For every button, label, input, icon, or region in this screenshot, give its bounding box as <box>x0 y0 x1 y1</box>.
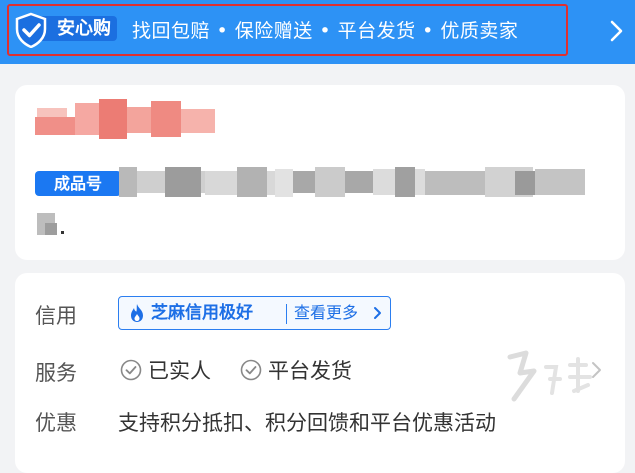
service-label: 服务 <box>35 361 77 385</box>
chevron-right-icon <box>374 307 381 319</box>
credit-label: 信用 <box>35 304 77 328</box>
promo-label: 优惠 <box>35 411 77 435</box>
flame-icon <box>131 304 143 322</box>
assurance-banner[interactable]: 安心购 找回包赔 • 保险赠送 • 平台发货 • 优质卖家 <box>0 0 635 64</box>
promo-text: 支持积分抵扣、积分回馈和平台优惠活动 <box>118 411 496 435</box>
credit-rating-text: 芝麻信用极好 <box>151 303 253 323</box>
credit-divider <box>286 304 287 324</box>
service-item-verified: 已实人 <box>120 357 211 383</box>
product-card: 成品号 <box>15 85 625 260</box>
credit-tag[interactable]: 芝麻信用极好 查看更多 <box>118 296 391 330</box>
anxin-badge: 安心购 <box>13 12 117 48</box>
view-more-link[interactable]: 查看更多 <box>294 300 358 326</box>
chevron-right-icon[interactable] <box>606 18 626 44</box>
sku-badge: 成品号 <box>35 171 121 196</box>
check-circle-icon <box>120 359 142 381</box>
service-item-platform-delivery: 平台发货 <box>240 357 352 383</box>
watermark-logo-icon <box>507 350 592 402</box>
check-circle-icon <box>240 359 262 381</box>
shield-check-icon <box>15 12 47 48</box>
banner-features: 找回包赔 • 保险赠送 • 平台发货 • 优质卖家 <box>132 20 519 42</box>
